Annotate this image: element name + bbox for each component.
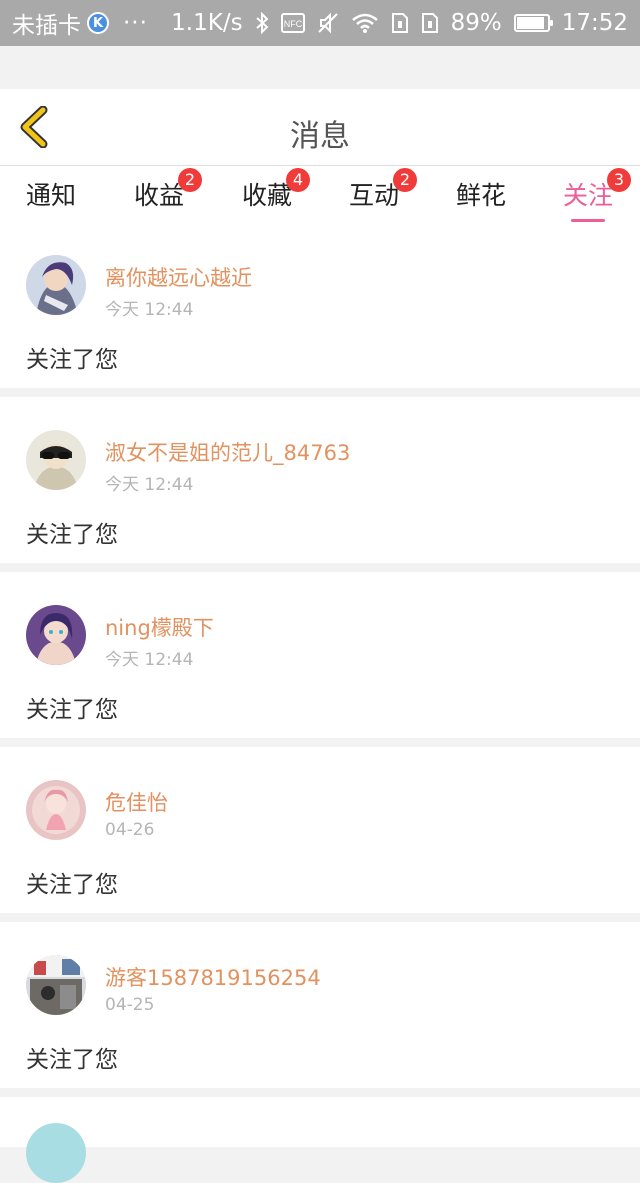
tab-label: 鲜花 [455,181,506,210]
tab-bar: 通知 收益 2 收藏 4 互动 2 鲜花 关注 3 [0,166,640,222]
avatar[interactable] [26,430,86,490]
username[interactable]: 淑女不是姐的范儿_84763 [105,437,350,467]
username[interactable]: 游客1587819156254 [105,962,321,992]
timestamp: 今天 12:44 [105,650,194,670]
timestamp: 04-26 [105,820,155,840]
tab-notifications[interactable]: 通知 [24,176,78,222]
list-item[interactable] [0,1097,640,1183]
sim2-icon [421,12,439,34]
header-bar: 消息 [0,89,640,166]
message-text: 关注了您 [26,347,118,373]
username[interactable]: 危佳怡 [105,787,168,817]
unread-badge: 4 [286,168,310,192]
tab-earnings[interactable]: 收益 2 [132,168,202,222]
avatar[interactable] [26,605,86,665]
list-item[interactable]: 游客1587819156254 04-25 关注了您 [0,922,640,1088]
tab-label: 互动 [348,181,399,210]
timestamp: 今天 12:44 [105,475,194,495]
avatar[interactable] [26,1123,86,1183]
mute-icon [317,12,339,34]
list-item[interactable]: ning檬殿下 今天 12:44 关注了您 [0,572,640,738]
follow-message-list: 离你越远心越近 今天 12:44 关注了您 淑女不是姐的范儿_84763 今天 … [0,222,640,1183]
tab-flowers[interactable]: 鲜花 [454,176,508,222]
page-title: 消息 [290,119,350,154]
bluetooth-icon [255,12,269,34]
message-text: 关注了您 [26,697,118,723]
avatar[interactable] [26,955,86,1015]
tab-label: 收益 [133,181,184,210]
nfc-icon: NFC [280,13,305,33]
timestamp: 今天 12:44 [105,300,194,320]
clock: 17:52 [561,10,628,36]
username[interactable]: ning檬殿下 [105,612,214,642]
tab-label: 关注 [562,181,613,210]
username[interactable]: 离你越远心越近 [105,262,252,292]
message-text: 关注了您 [26,1047,118,1073]
battery-icon [513,14,553,32]
battery-fill [516,17,544,29]
avatar[interactable] [26,780,86,840]
tab-label: 收藏 [241,181,292,210]
status-bar: 未插卡 K ··· 1.1K/s NFC 89% 17:52 [0,0,640,46]
list-item[interactable]: 离你越远心越近 今天 12:44 关注了您 [0,222,640,388]
list-item[interactable]: 危佳怡 04-26 关注了您 [0,747,640,913]
tab-favorites[interactable]: 收藏 4 [240,168,310,222]
tab-interactions[interactable]: 互动 2 [347,168,417,222]
timestamp: 04-25 [105,995,155,1015]
message-text: 关注了您 [26,872,118,898]
more-notifications-icon: ··· [123,10,148,36]
wifi-icon [351,12,379,34]
svg-text:NFC: NFC [283,19,302,29]
message-text: 关注了您 [26,522,118,548]
tab-label: 通知 [25,181,76,210]
unread-badge: 2 [178,168,202,192]
unread-badge: 2 [393,168,417,192]
net-speed: 1.1K/s [171,10,243,36]
unread-badge: 3 [607,168,631,192]
battery-percent: 89% [450,10,502,36]
list-item[interactable]: 淑女不是姐的范儿_84763 今天 12:44 关注了您 [0,397,640,563]
tab-follows[interactable]: 关注 3 [561,168,631,222]
avatar[interactable] [26,255,86,315]
carrier-label: 未插卡 [12,13,81,39]
sim-icon [391,12,409,34]
k-app-icon: K [87,12,109,34]
